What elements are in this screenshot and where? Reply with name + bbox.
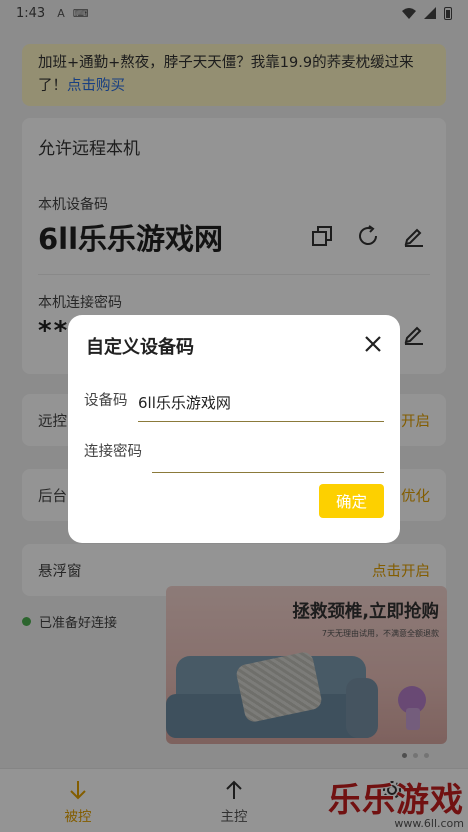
confirm-button[interactable]: 确定 — [319, 484, 384, 518]
device-code-field-label: 设备码 — [84, 393, 128, 409]
close-icon[interactable] — [362, 333, 384, 355]
device-code-input[interactable] — [138, 388, 384, 422]
password-field-label: 连接密码 — [84, 444, 142, 460]
dialog-title: 自定义设备码 — [86, 337, 194, 358]
password-input[interactable] — [152, 439, 384, 473]
custom-device-code-dialog: 自定义设备码 设备码 连接密码 确定 — [68, 315, 400, 543]
